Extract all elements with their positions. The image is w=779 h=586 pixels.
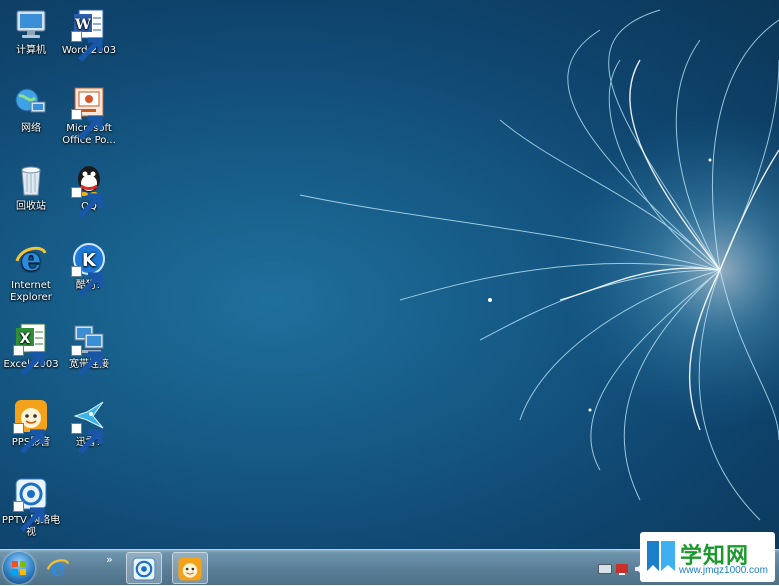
- pps-icon: [178, 557, 202, 581]
- shortcut-arrow-icon: [13, 423, 45, 454]
- ie-icon: e: [15, 241, 47, 277]
- desktop-icon-kugou[interactable]: K 酷狗7: [58, 241, 120, 297]
- icon-label: Internet Explorer: [10, 280, 52, 303]
- desktop-icon-network[interactable]: 网络: [0, 84, 62, 135]
- svg-text:e: e: [21, 241, 41, 277]
- ie-icon: e: [46, 555, 70, 581]
- network-icon: [15, 88, 46, 113]
- desktop-icon-broadband[interactable]: 宽带连接: [58, 320, 120, 376]
- shortcut-arrow-icon: [13, 501, 45, 532]
- recycle-bin-icon: [21, 166, 41, 196]
- icon-label: 回收站: [16, 201, 46, 212]
- shortcut-arrow-icon: [13, 345, 45, 376]
- taskbar-ie-button[interactable]: e: [40, 552, 76, 584]
- desktop-icon-internet-explorer[interactable]: e Internet Explorer: [0, 241, 62, 304]
- desktop-icon-pps[interactable]: PPS影音: [0, 398, 62, 454]
- desktop-icon-pptv[interactable]: PPTV 网络电视: [0, 476, 62, 539]
- shortcut-arrow-icon: [71, 266, 103, 297]
- icon-label: 计算机: [16, 45, 46, 56]
- watermark-url: www.jmqz1000.com: [679, 565, 768, 576]
- shortcut-arrow-icon: [71, 31, 103, 62]
- desktop[interactable]: 计算机 网络 回收站 e Internet Explorer X Excel 2…: [0, 0, 779, 549]
- taskbar-pptv-button[interactable]: [126, 552, 162, 584]
- shortcut-arrow-icon: [71, 423, 103, 454]
- desktop-icon-recycle-bin[interactable]: 回收站: [0, 162, 62, 213]
- desktop-icon-excel-2003[interactable]: X Excel 2003: [0, 320, 62, 376]
- desktop-icon-word-2003[interactable]: W Word 2003: [58, 6, 120, 62]
- quicklaunch-overflow-button[interactable]: »: [106, 553, 113, 566]
- bookmark-logo-icon: [647, 541, 675, 571]
- shortcut-arrow-icon: [71, 109, 103, 140]
- network-tray-icon[interactable]: [615, 562, 629, 576]
- icon-label: 网络: [21, 123, 41, 134]
- desktop-icon-computer[interactable]: 计算机: [0, 6, 62, 57]
- svg-text:e: e: [51, 555, 66, 581]
- shortcut-arrow-icon: [71, 187, 103, 218]
- desktop-icon-xunlei[interactable]: 迅雷7: [58, 398, 120, 454]
- pptv-icon: [132, 557, 156, 581]
- site-watermark: 学知网 www.jmqz1000.com: [640, 532, 775, 582]
- start-button[interactable]: [3, 552, 35, 584]
- computer-icon: [16, 10, 46, 38]
- keyboard-icon[interactable]: [598, 564, 612, 574]
- desktop-icon-powerpoint[interactable]: Microsoft Office Po...: [58, 84, 120, 147]
- shortcut-arrow-icon: [71, 345, 103, 376]
- desktop-icon-qq[interactable]: QQ: [58, 162, 120, 218]
- taskbar-pps-button[interactable]: [172, 552, 208, 584]
- windows-logo-icon: [12, 561, 26, 575]
